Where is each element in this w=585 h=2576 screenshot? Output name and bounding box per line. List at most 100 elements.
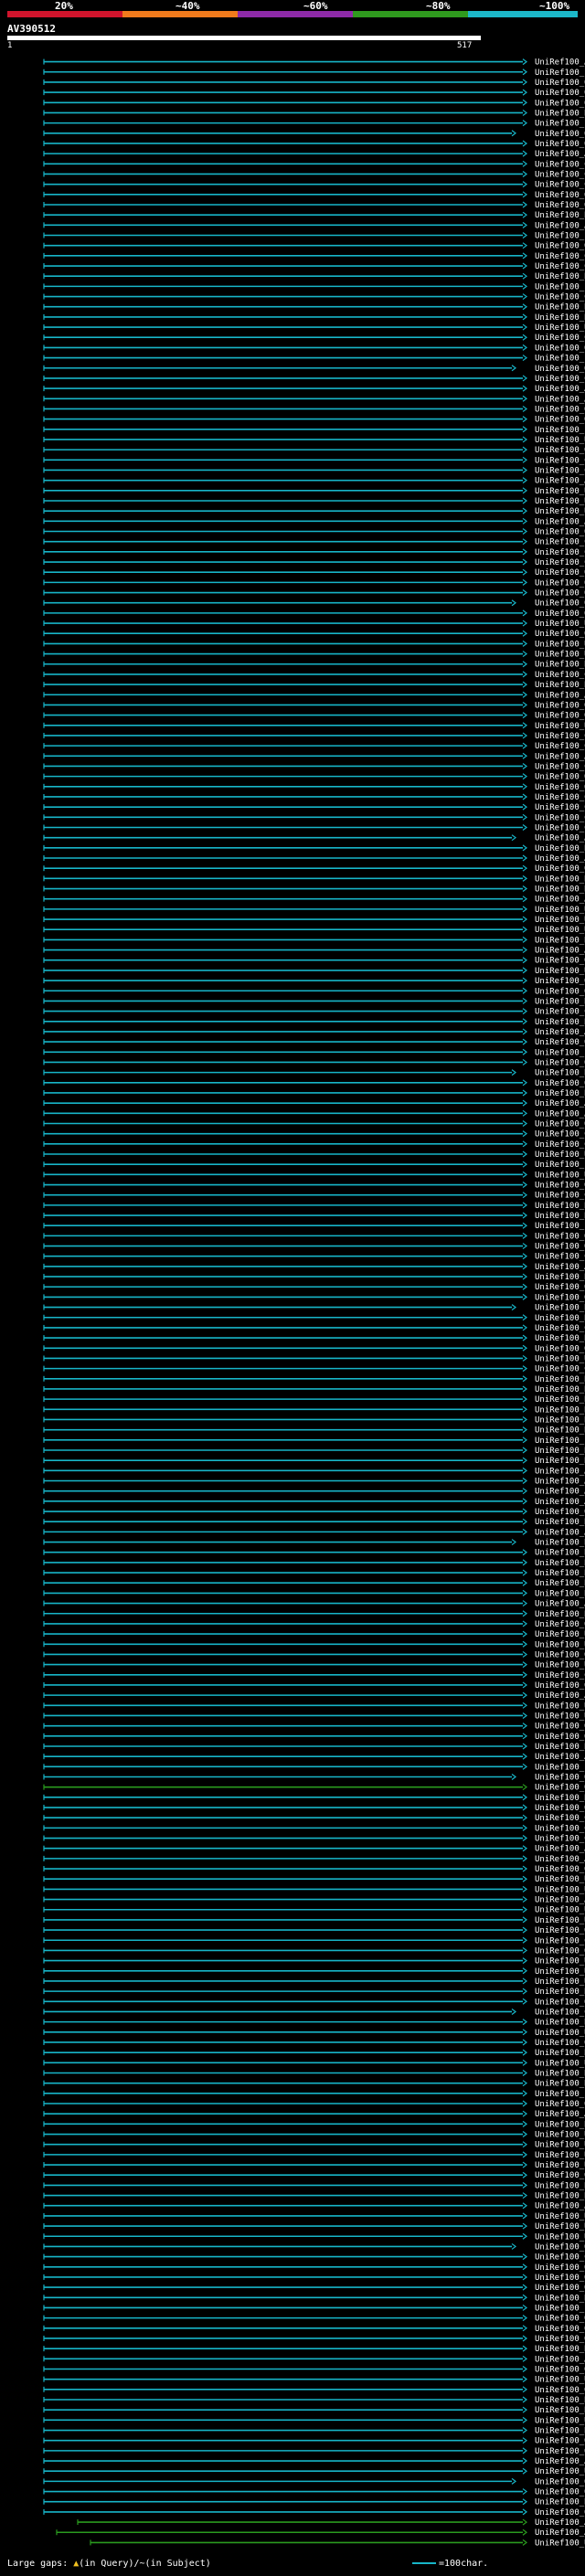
hit-accession-link[interactable]: UniRef100_Q6BMR2 (535, 712, 585, 721)
hit-accession-link[interactable]: UniRef100_P49204 (535, 1048, 585, 1057)
hit-row[interactable]: UniRef100_Q6FTT4 (43, 365, 585, 374)
hit-row[interactable]: UniRef100_UP1000... (43, 2131, 585, 2140)
hit-row[interactable]: UniRef100_UP1000... (43, 2059, 585, 2068)
hit-accession-link[interactable]: UniRef100_UP1000... (535, 436, 585, 445)
hit-accession-link[interactable]: UniRef100_UP1000... (535, 1354, 585, 1363)
hit-accession-link[interactable]: UniRef100_B9FXE4 (535, 2120, 585, 2129)
hit-accession-link[interactable]: UniRef100_Q2IP25 (535, 1182, 585, 1191)
hit-accession-link[interactable]: UniRef100_Q9MRY2 (535, 2284, 585, 2293)
hit-accession-link[interactable]: UniRef100_Q6BIV2 (535, 528, 585, 537)
hit-accession-link[interactable]: UniRef100_A7F6D1 (535, 1028, 585, 1037)
hit-row[interactable]: UniRef100_UP1000... (43, 1701, 585, 1711)
hit-accession-link[interactable]: UniRef100_B4ML29 (535, 1743, 585, 1752)
hit-row[interactable]: UniRef100_B6KBB3 (43, 2498, 585, 2507)
hit-accession-link[interactable]: UniRef100_B7FL29 (535, 1589, 585, 1598)
hit-row[interactable]: UniRef100_B3NH23 (43, 1610, 585, 1619)
hit-row[interactable]: UniRef100_UP1000... (43, 2416, 585, 2425)
hit-row[interactable]: UniRef100_P05753 (43, 120, 585, 129)
hit-accession-link[interactable]: UniRef100_UP1000... (535, 2161, 585, 2170)
hit-accession-link[interactable]: UniRef100_Q86107 (535, 1344, 585, 1353)
hit-row[interactable]: UniRef100_C5JJF3 (43, 548, 585, 557)
hit-row[interactable]: UniRef100_B3RYD1 (43, 1212, 585, 1221)
hit-row[interactable]: UniRef100_C5E108 (43, 1324, 585, 1333)
hit-row[interactable]: UniRef100_B9I6S6 (43, 1549, 585, 1558)
hit-accession-link[interactable]: UniRef100_C6THY3 (535, 1824, 585, 1833)
hit-accession-link[interactable]: UniRef100_Q15ZV2 (535, 2335, 585, 2344)
hit-row[interactable]: UniRef100_B6YEX6 (43, 844, 585, 853)
hit-accession-link[interactable]: UniRef100_Q2VI25 (535, 446, 585, 455)
hit-row[interactable]: UniRef100_Q32424 (43, 1232, 585, 1241)
hit-row[interactable]: UniRef100_B2VI06 (43, 211, 585, 220)
hit-accession-link[interactable]: UniRef100_Q1HZH7 (535, 1998, 585, 2007)
hit-accession-link[interactable]: UniRef100_B2HU05 (535, 885, 585, 895)
hit-row[interactable]: UniRef100_B9KWE0 (43, 2294, 585, 2303)
hit-accession-link[interactable]: UniRef100_Q6A2P9 (535, 130, 585, 139)
hit-row[interactable]: UniRef100_C9J6H7 (43, 671, 585, 680)
hit-accession-link[interactable]: UniRef100_Q4N1P9 (535, 2477, 585, 2486)
hit-row[interactable]: UniRef100_Q9UVH9 (43, 1058, 585, 1067)
hit-row[interactable]: UniRef100_C1BEL2 (43, 742, 585, 751)
hit-accession-link[interactable]: UniRef100_Q9XTS0 (535, 191, 585, 200)
hit-accession-link[interactable]: UniRef100_B5F3F0 (535, 313, 585, 323)
hit-row[interactable]: UniRef100_B9RP19 (43, 1447, 585, 1456)
hit-accession-link[interactable]: UniRef100_Q4PA29 (535, 1650, 585, 1659)
hit-accession-link[interactable]: UniRef100_B6HF51 (535, 681, 585, 690)
hit-row[interactable]: UniRef100_Q6CWJ2 (43, 99, 585, 108)
hit-row[interactable]: UniRef100_P79183 (43, 426, 585, 435)
hit-row[interactable]: UniRef100_UP1000... (43, 1661, 585, 1670)
hit-accession-link[interactable]: UniRef100_C5DFR3 (535, 262, 585, 271)
hit-accession-link[interactable]: UniRef100_C5JJF3 (535, 548, 585, 557)
hit-accession-link[interactable]: UniRef100_C6RZJ9 (535, 181, 585, 190)
hit-accession-link[interactable]: UniRef100_C1EKX0 (535, 803, 585, 812)
hit-accession-link[interactable]: UniRef100_A8PBT8 (535, 854, 585, 864)
hit-accession-link[interactable]: UniRef100_A6NHR8 (535, 2110, 585, 2119)
hit-row[interactable]: UniRef100_Q4U2U1 (43, 1865, 585, 1874)
hit-row[interactable]: UniRef100_Q3VHX0 (43, 2325, 585, 2334)
hit-accession-link[interactable]: UniRef100_A8R6Y5 (535, 2528, 585, 2538)
hit-accession-link[interactable]: UniRef100_P49401 (535, 355, 585, 364)
hit-row[interactable]: UniRef100_C4QLP3 (43, 762, 585, 771)
hit-row[interactable]: UniRef100_UP1000... (43, 1885, 585, 1894)
hit-accession-link[interactable]: UniRef100_Q01128 (535, 977, 585, 986)
hit-accession-link[interactable]: UniRef100_A5NNW1 (535, 1845, 585, 1854)
hit-accession-link[interactable]: UniRef100_UP1000... (535, 916, 585, 925)
hit-row[interactable]: UniRef100_Q4N1P9 (43, 2477, 585, 2486)
hit-accession-link[interactable]: UniRef100_C5XJZ0 (535, 1253, 585, 1262)
hit-row[interactable]: UniRef100_B6VZ41 (43, 2192, 585, 2201)
hit-accession-link[interactable]: UniRef100_Q6GUQ3 (535, 987, 585, 996)
hit-row[interactable]: UniRef100_UP1000... (43, 1712, 585, 1721)
hit-accession-link[interactable]: UniRef100_C5TN03 (535, 1671, 585, 1680)
hit-row[interactable]: UniRef100_C5UBH4 (43, 2253, 585, 2263)
hit-accession-link[interactable]: UniRef100_A8JHC7 (535, 2202, 585, 2211)
hit-row[interactable]: UniRef100_B9RS48 (43, 1457, 585, 1466)
hit-accession-link[interactable]: UniRef100_A4ZYZ6 (535, 2457, 585, 2466)
hit-row[interactable]: UniRef100_B6HF51 (43, 681, 585, 690)
hit-row[interactable]: UniRef100_Q4PMB3 (43, 2039, 585, 2048)
hit-accession-link[interactable]: UniRef100_B9RP19 (535, 1447, 585, 1456)
hit-row[interactable]: UniRef100_C4R7H1 (43, 538, 585, 547)
hit-row[interactable]: UniRef100_C5LT17 (43, 456, 585, 465)
hit-row[interactable]: UniRef100_P49398 (43, 1763, 585, 1772)
hit-row[interactable]: UniRef100_B5F3F0 (43, 313, 585, 323)
hit-accession-link[interactable]: UniRef100_Q6EE74 (535, 2386, 585, 2395)
hit-accession-link[interactable]: UniRef100_UP1000... (535, 2141, 585, 2150)
hit-accession-link[interactable]: UniRef100_C5DN86 (535, 1140, 585, 1150)
hit-accession-link[interactable]: UniRef100_B9FH12 (535, 1579, 585, 1588)
hit-accession-link[interactable]: UniRef100_Q7YTQ5 (535, 2437, 585, 2446)
hit-row[interactable]: UniRef100_A9RCX9 (43, 1498, 585, 1507)
hit-accession-link[interactable]: UniRef100_Q2HX38 (535, 1784, 585, 1793)
hit-row[interactable]: UniRef100_Q9XTS0 (43, 191, 585, 200)
hit-accession-link[interactable]: UniRef100_B9HC28 (535, 1559, 585, 1568)
hit-row[interactable]: UniRef100_B1GS88 (43, 1415, 585, 1425)
hit-accession-link[interactable]: UniRef100_Q8LJW0 (535, 1283, 585, 1292)
hit-accession-link[interactable]: UniRef100_UP1000... (535, 2232, 585, 2242)
hit-row[interactable]: UniRef100_Q15ET6 (43, 1926, 585, 1935)
hit-accession-link[interactable]: UniRef100_UP1000... (535, 1906, 585, 1915)
hit-row[interactable]: UniRef100_C5FJU5 (43, 293, 585, 302)
hit-accession-link[interactable]: UniRef100_UP1000... (535, 2376, 585, 2385)
hit-accession-link[interactable]: UniRef100_B0Z9P6 (535, 1426, 585, 1436)
hit-accession-link[interactable]: UniRef100_Q86108 (535, 630, 585, 639)
hit-row[interactable]: UniRef100_C0H734 (43, 1365, 585, 1374)
hit-row[interactable]: UniRef100_B8VEO7 (43, 661, 585, 670)
hit-row[interactable]: UniRef100_A4RBY5 (43, 150, 585, 159)
